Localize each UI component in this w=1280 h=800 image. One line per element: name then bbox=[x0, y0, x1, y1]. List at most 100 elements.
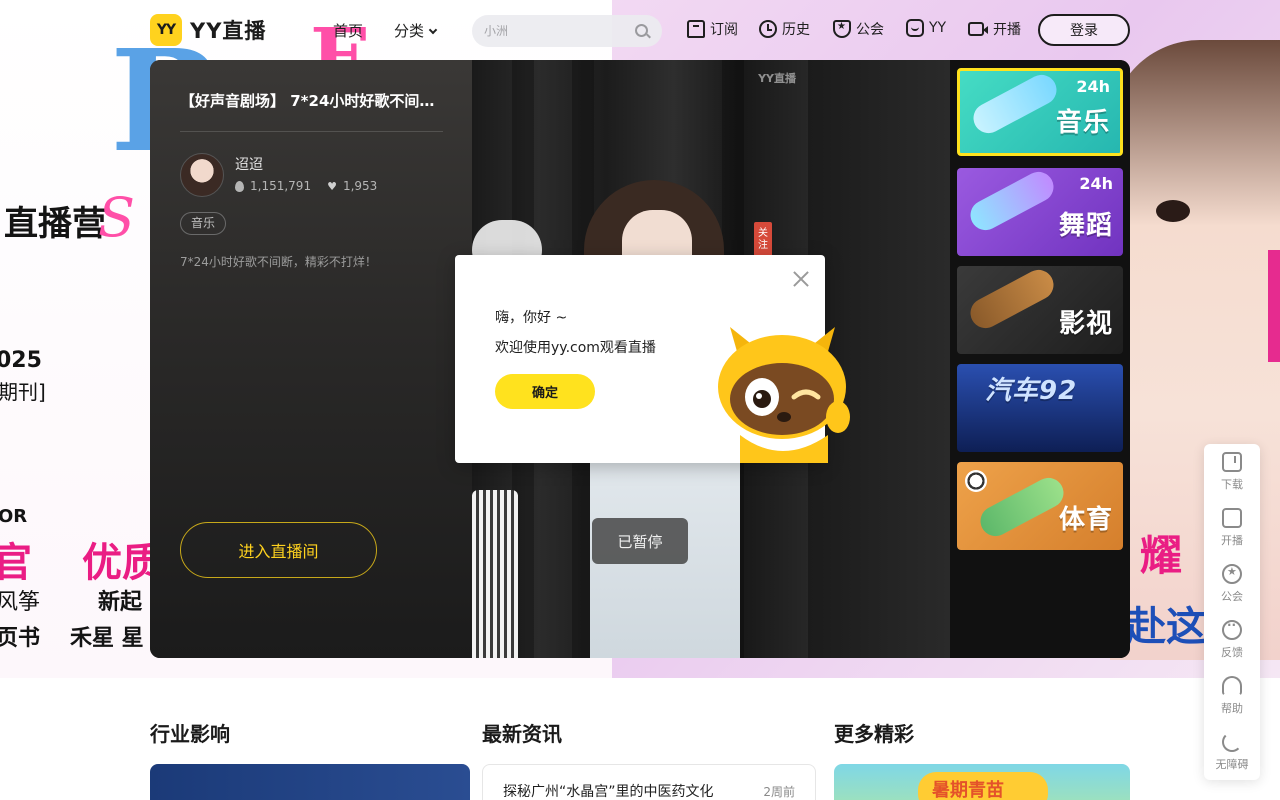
bookmark-icon bbox=[687, 20, 705, 38]
float-accessibility[interactable]: 无障碍 bbox=[1204, 724, 1260, 780]
industry-card[interactable] bbox=[150, 764, 470, 800]
hero-title-cn: 直播营 bbox=[4, 204, 106, 244]
skateboard-icon bbox=[975, 472, 1069, 542]
tool-guild-label: 公会 bbox=[856, 22, 884, 38]
news-item-title[interactable]: 探秘广州“水晶宫”里的中医药文化 bbox=[503, 781, 723, 800]
category-label: 影视 bbox=[1058, 309, 1113, 339]
category-card-dance[interactable]: 24h 舞蹈 bbox=[957, 168, 1123, 256]
nav-category-label: 分类 bbox=[394, 22, 425, 40]
hero-stripe bbox=[1268, 250, 1280, 362]
raccoon-mascot-icon bbox=[718, 327, 850, 463]
more-banner-text: 暑期青苗 bbox=[932, 780, 1004, 800]
tool-start-live[interactable]: 开播 bbox=[968, 19, 1021, 39]
float-start-live-label: 开播 bbox=[1221, 534, 1243, 547]
nav-category-dropdown[interactable]: 分类 bbox=[394, 20, 438, 41]
tool-guild[interactable]: 公会 bbox=[833, 19, 884, 39]
search-input[interactable] bbox=[484, 21, 624, 41]
yy-logo[interactable]: YY YY直播 bbox=[150, 14, 266, 46]
room-category-tag[interactable]: 音乐 bbox=[180, 212, 227, 235]
float-download-label: 下载 bbox=[1221, 478, 1243, 491]
accessibility-icon bbox=[1222, 732, 1242, 752]
paused-indicator[interactable]: 已暂停 bbox=[592, 518, 688, 564]
tool-yy[interactable]: YY bbox=[906, 19, 946, 37]
float-download[interactable]: 下载 bbox=[1204, 444, 1260, 500]
anchor-name[interactable]: 迢迢 bbox=[235, 154, 263, 174]
float-help-label: 帮助 bbox=[1221, 702, 1243, 715]
news-item-time: 2周前 bbox=[763, 785, 795, 799]
tool-subscribe[interactable]: 订阅 bbox=[687, 19, 738, 39]
float-guild[interactable]: 公会 bbox=[1204, 556, 1260, 612]
more-banner-card[interactable]: 暑期青苗 bbox=[834, 764, 1130, 800]
hero-pink-text: 官 bbox=[0, 540, 32, 586]
camera-icon bbox=[968, 22, 988, 36]
skateboard-icon bbox=[965, 168, 1059, 236]
float-guild-label: 公会 bbox=[1221, 590, 1243, 603]
room-info-panel: 【好声音剧场】 7*24小时好歌不间断，精彩不打烊！ 迢迢 1,151,791 … bbox=[150, 60, 472, 658]
fire-icon bbox=[235, 180, 244, 192]
hero-right-pink-text: 耀 bbox=[1140, 531, 1183, 580]
nav-home-link[interactable]: 首页 bbox=[333, 20, 363, 41]
hero-portrait-eye bbox=[1156, 200, 1190, 222]
tool-yy-label: YY bbox=[929, 20, 947, 36]
shield-icon bbox=[1222, 564, 1242, 584]
category-label: 汽车92 bbox=[985, 376, 1078, 406]
skateboard-icon bbox=[968, 71, 1062, 139]
tool-history-label: 历史 bbox=[782, 22, 810, 38]
category-list: 24h 音乐 24h 舞蹈 影视 汽车92 体育 bbox=[950, 60, 1130, 658]
divider bbox=[180, 131, 443, 132]
section-title-news: 最新资讯 bbox=[482, 722, 562, 746]
confirm-button[interactable]: 确定 bbox=[495, 374, 595, 409]
heart-icon: ♥ bbox=[327, 179, 337, 193]
hero-year: 025 bbox=[0, 348, 42, 373]
category-badge: 24h bbox=[1079, 174, 1113, 193]
anchor-avatar[interactable] bbox=[180, 153, 224, 197]
hero-script-letter: S bbox=[98, 186, 135, 249]
section-title-more: 更多精彩 bbox=[834, 722, 914, 746]
floating-toolbar: 下载 开播 公会 反馈 帮助 无障碍 bbox=[1204, 444, 1260, 780]
login-button[interactable]: 登录 bbox=[1038, 14, 1130, 46]
category-label: 音乐 bbox=[1055, 108, 1110, 138]
hero-tag-or: OR bbox=[0, 506, 28, 527]
category-card-music[interactable]: 24h 音乐 bbox=[957, 68, 1123, 156]
close-icon[interactable] bbox=[791, 269, 811, 289]
category-label: 体育 bbox=[1058, 505, 1113, 535]
chevron-down-icon bbox=[428, 25, 438, 35]
float-help[interactable]: 帮助 bbox=[1204, 668, 1260, 724]
float-feedback-label: 反馈 bbox=[1221, 646, 1243, 659]
dialog-message: 欢迎使用yy.com观看直播 bbox=[495, 340, 656, 356]
float-start-live[interactable]: 开播 bbox=[1204, 500, 1260, 556]
hero-issue: 期刊] bbox=[0, 380, 46, 404]
download-icon bbox=[1222, 452, 1242, 472]
hero-line: 页书 bbox=[0, 626, 41, 651]
headset-icon bbox=[1222, 676, 1242, 696]
yy-logo-text: YY直播 bbox=[190, 19, 267, 43]
video-watermark: YY直播 bbox=[758, 72, 796, 85]
float-accessibility-label: 无障碍 bbox=[1215, 758, 1249, 771]
tool-history[interactable]: 历史 bbox=[759, 19, 810, 39]
video-fan-prop bbox=[472, 490, 518, 658]
dialog-greeting: 嗨，你好 ~ bbox=[495, 310, 568, 326]
section-title-industry: 行业影响 bbox=[150, 722, 230, 746]
hero-line: 新起 bbox=[98, 590, 143, 615]
news-list: 探秘广州“水晶宫”里的中医药文化 2周前 bbox=[482, 764, 816, 800]
clock-icon bbox=[759, 20, 777, 38]
yy-icon bbox=[906, 19, 924, 37]
search-icon[interactable] bbox=[635, 24, 648, 37]
room-description: 7*24小时好歌不间断，精彩不打烊！ bbox=[180, 255, 377, 269]
room-title: 【好声音剧场】 7*24小时好歌不间断，精彩不打烊！ bbox=[180, 92, 442, 110]
hero-line: 风筝 bbox=[0, 590, 41, 615]
hero-line: 禾星 星 bbox=[70, 626, 144, 651]
shield-icon bbox=[833, 20, 851, 38]
float-feedback[interactable]: 反馈 bbox=[1204, 612, 1260, 668]
camera-icon bbox=[1222, 508, 1242, 528]
tool-start-live-label: 开播 bbox=[993, 22, 1021, 38]
yy-logo-icon: YY bbox=[150, 14, 182, 46]
enter-room-button[interactable]: 进入直播间 bbox=[180, 522, 377, 578]
category-card-sports[interactable]: 体育 bbox=[957, 462, 1123, 550]
category-card-film[interactable]: 影视 bbox=[957, 266, 1123, 354]
welcome-dialog: 嗨，你好 ~ 欢迎使用yy.com观看直播 确定 bbox=[455, 255, 850, 463]
room-stats: 1,151,791 ♥ 1,953 bbox=[235, 179, 377, 193]
category-card-auto[interactable]: 汽车92 bbox=[957, 364, 1123, 452]
tool-subscribe-label: 订阅 bbox=[710, 22, 738, 38]
top-header: YY YY直播 首页 分类 订阅 历史 公会 YY 开播 登录 bbox=[0, 0, 1280, 60]
